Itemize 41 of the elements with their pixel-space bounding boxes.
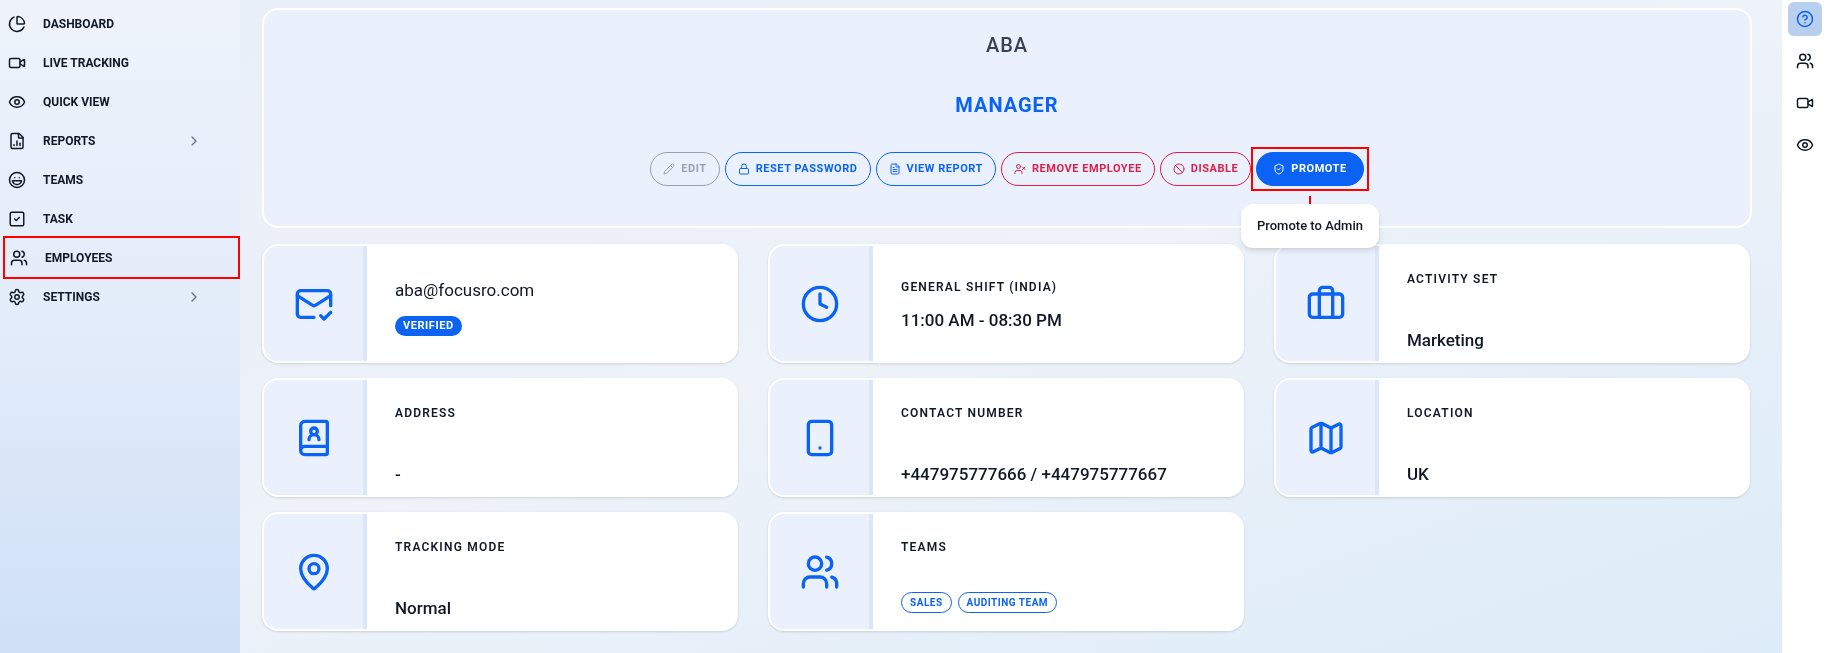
employee-name: ABA (985, 32, 1029, 59)
field-value: UK (1407, 463, 1430, 486)
document-icon (888, 163, 901, 175)
face-icon (8, 170, 26, 189)
sidebar-item[interactable]: REPORTS (3, 121, 240, 160)
verified-badge: VERIFIED (395, 315, 462, 336)
shield-icon (1273, 163, 1286, 175)
settings-icon (8, 287, 26, 306)
field-value: 11:00 AM - 08:30 PM (901, 309, 1063, 332)
field-value: Normal (395, 597, 453, 620)
field-label: TRACKING MODE (395, 539, 507, 556)
clock-icon (799, 283, 840, 324)
employee-role: MANAGER (955, 92, 1059, 119)
checkbox-icon (8, 209, 26, 228)
sidebar-item[interactable]: TASK (3, 199, 240, 238)
sidebar-item[interactable]: SETTINGS (3, 277, 240, 316)
sidebar-item[interactable]: QUICK VIEW (3, 82, 240, 121)
pie-chart-icon (8, 14, 26, 33)
field-value: +447975777666 / +447975777667 (901, 463, 1168, 486)
user-remove-icon (1013, 163, 1026, 175)
help-icon[interactable] (1788, 2, 1822, 36)
ban-icon (1172, 163, 1185, 175)
field-label: LOCATION (1407, 405, 1475, 422)
sidebar-item[interactable]: TEAMS (3, 160, 240, 199)
sidebar-item[interactable]: LIVE TRACKING (3, 43, 240, 82)
lock-icon (737, 163, 750, 175)
field-value: Marketing (1407, 329, 1485, 352)
field-label: CONTACT NUMBER (901, 405, 1025, 422)
email-value: aba@focusro.com (395, 279, 536, 302)
tooltip: Promote to Admin (1241, 204, 1379, 248)
field-label: TEAMS (901, 539, 948, 556)
bar-chart-document-icon (8, 131, 26, 150)
field-label: GENERAL SHIFT (INDIA) (901, 279, 1059, 296)
promote-button[interactable]: PROMOTE (1256, 152, 1364, 186)
field-label: ADDRESS (395, 405, 458, 422)
sidebar-item[interactable]: EMPLOYEES (3, 236, 240, 279)
pencil-icon (663, 163, 676, 175)
users-icon (10, 248, 28, 267)
sidebar-item[interactable]: DASHBOARD (3, 4, 240, 43)
field-value: - (395, 463, 402, 486)
field-label: ACTIVITY SET (1407, 271, 1500, 288)
